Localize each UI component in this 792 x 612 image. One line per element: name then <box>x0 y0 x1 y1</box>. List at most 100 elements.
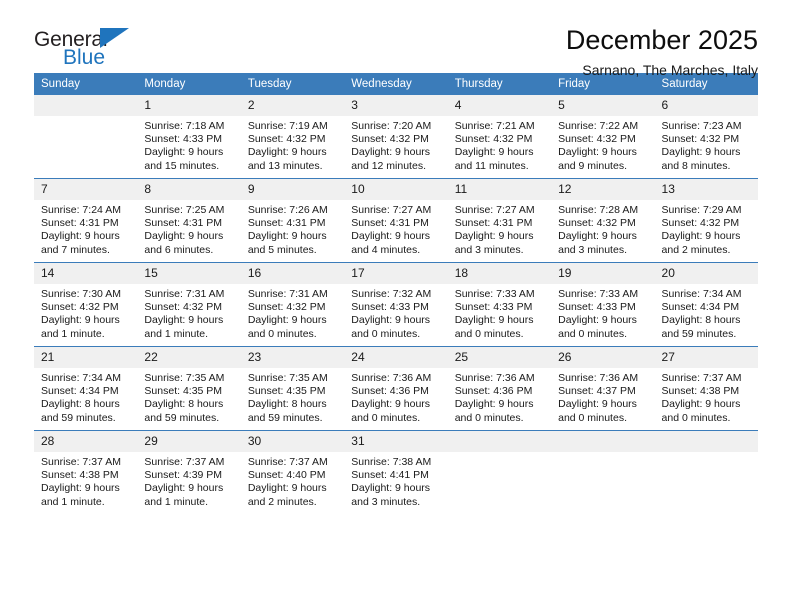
calendar-day-cell[interactable]: 24 Sunrise: 7:36 AM Sunset: 4:36 PM Dayligh… <box>344 346 448 431</box>
calendar-day-cell[interactable]: 29 Sunrise: 7:37 AM Sunset: 4:39 PM Dayligh… <box>137 430 241 514</box>
sunset-text: Sunset: 4:34 PM <box>661 301 740 314</box>
day-details: Sunrise: 7:37 AM Sunset: 4:39 PM Daylight:… <box>137 452 240 514</box>
general-blue-logo[interactable]: General Blue <box>34 26 164 74</box>
calendar-day-cell[interactable]: 17 Sunrise: 7:32 AM Sunset: 4:33 PM Dayligh… <box>344 262 448 347</box>
calendar-day-cell[interactable]: 22 Sunrise: 7:35 AM Sunset: 4:35 PM Dayligh… <box>137 346 241 431</box>
calendar-day-cell[interactable]: 9 Sunrise: 7:26 AM Sunset: 4:31 PM Daylight… <box>240 178 345 263</box>
calendar-day-cell[interactable]: 3 Sunrise: 7:20 AM Sunset: 4:32 PM Daylight… <box>344 95 448 179</box>
calendar-day-cell[interactable]: 8 Sunrise: 7:25 AM Sunset: 4:31 PM Daylight… <box>137 178 241 263</box>
day-number: 28 <box>34 431 138 452</box>
day-number <box>34 95 138 116</box>
sunset-text: Sunset: 4:32 PM <box>41 301 119 314</box>
calendar-day-cell[interactable]: 5 Sunrise: 7:22 AM Sunset: 4:32 PM Daylight… <box>551 95 655 179</box>
sunset-text: Sunset: 4:31 PM <box>351 217 429 230</box>
weekday-header-wednesday: Wednesday <box>344 73 448 95</box>
calendar-week-row: 28 Sunrise: 7:37 AM Sunset: 4:38 PM Dayligh… <box>34 430 758 514</box>
calendar-day-cell[interactable]: 7 Sunrise: 7:24 AM Sunset: 4:31 PM Daylight… <box>34 178 138 263</box>
calendar-day-cell[interactable]: 26 Sunrise: 7:36 AM Sunset: 4:37 PM Dayligh… <box>551 346 655 431</box>
sunrise-text: Sunrise: 7:22 AM <box>558 120 639 132</box>
sunset-text: Sunset: 4:31 PM <box>41 217 119 230</box>
calendar-day-cell[interactable]: 12 Sunrise: 7:28 AM Sunset: 4:32 PM Dayligh… <box>551 178 655 263</box>
day-number: 31 <box>344 431 448 452</box>
daylight-text: Daylight: 9 hours and 1 minute. <box>144 314 224 340</box>
daylight-text: Daylight: 9 hours and 9 minutes. <box>558 146 637 172</box>
daylight-text: Daylight: 9 hours and 4 minutes. <box>351 230 431 256</box>
daylight-text: Daylight: 8 hours and 59 minutes. <box>661 314 741 340</box>
sunset-text: Sunset: 4:32 PM <box>454 133 533 146</box>
day-number: 7 <box>34 179 138 200</box>
sunrise-text: Sunrise: 7:36 AM <box>351 372 432 384</box>
day-details: Sunrise: 7:20 AM Sunset: 4:32 PM Daylight:… <box>344 116 447 178</box>
calendar-day-cell[interactable]: 18 Sunrise: 7:33 AM Sunset: 4:33 PM Dayligh… <box>447 262 552 347</box>
calendar-day-cell[interactable]: 13 Sunrise: 7:29 AM Sunset: 4:32 PM Dayligh… <box>654 178 758 263</box>
sunset-text: Sunset: 4:32 PM <box>247 133 326 146</box>
calendar-day-cell[interactable]: 19 Sunrise: 7:33 AM Sunset: 4:33 PM Dayligh… <box>551 262 655 347</box>
calendar-week-row: 14 Sunrise: 7:30 AM Sunset: 4:32 PM Dayligh… <box>34 262 758 347</box>
calendar-week-row: 21 Sunrise: 7:34 AM Sunset: 4:34 PM Dayligh… <box>34 346 758 431</box>
daylight-text: Daylight: 9 hours and 3 minutes. <box>558 230 637 256</box>
calendar-day-cell[interactable]: 20 Sunrise: 7:34 AM Sunset: 4:34 PM Dayligh… <box>654 262 758 347</box>
sunset-text: Sunset: 4:32 PM <box>558 133 636 146</box>
sunrise-text: Sunrise: 7:27 AM <box>454 204 535 216</box>
daylight-text: Daylight: 9 hours and 0 minutes. <box>454 314 534 340</box>
calendar-day-cell[interactable]: 27 Sunrise: 7:37 AM Sunset: 4:38 PM Dayligh… <box>654 346 758 431</box>
calendar-day-cell[interactable]: 4 Sunrise: 7:21 AM Sunset: 4:32 PM Daylight… <box>447 95 552 179</box>
day-details: Sunrise: 7:25 AM Sunset: 4:31 PM Daylight:… <box>137 200 240 262</box>
day-details: Sunrise: 7:36 AM Sunset: 4:36 PM Daylight:… <box>448 368 551 430</box>
day-number: 25 <box>447 347 552 368</box>
calendar-day-cell[interactable]: 15 Sunrise: 7:31 AM Sunset: 4:32 PM Dayligh… <box>137 262 241 347</box>
sunrise-text: Sunrise: 7:38 AM <box>351 456 432 468</box>
day-number: 4 <box>447 95 552 116</box>
sunrise-text: Sunrise: 7:34 AM <box>41 372 121 384</box>
day-details: Sunrise: 7:32 AM Sunset: 4:33 PM Daylight:… <box>344 284 447 346</box>
sunrise-text: Sunrise: 7:27 AM <box>351 204 432 216</box>
calendar-day-cell[interactable]: 31 Sunrise: 7:38 AM Sunset: 4:41 PM Dayligh… <box>344 430 448 514</box>
day-details: Sunrise: 7:19 AM Sunset: 4:32 PM Daylight:… <box>241 116 344 178</box>
sunrise-text: Sunrise: 7:36 AM <box>558 372 639 384</box>
day-details: Sunrise: 7:36 AM Sunset: 4:37 PM Daylight:… <box>551 368 654 430</box>
page-header: General Blue December 2025 Sarnano, The … <box>34 0 758 79</box>
sunset-text: Sunset: 4:32 PM <box>144 301 223 314</box>
calendar-day-cell[interactable]: 14 Sunrise: 7:30 AM Sunset: 4:32 PM Dayligh… <box>34 262 138 347</box>
weekday-header-thursday: Thursday <box>447 73 552 95</box>
day-number: 30 <box>240 431 345 452</box>
day-number: 16 <box>240 263 345 284</box>
calendar-day-cell-empty <box>34 95 138 179</box>
sunrise-text: Sunrise: 7:26 AM <box>247 204 328 216</box>
calendar-day-cell[interactable]: 11 Sunrise: 7:27 AM Sunset: 4:31 PM Dayligh… <box>447 178 552 263</box>
daylight-text: Daylight: 9 hours and 1 minute. <box>41 314 120 340</box>
daylight-text: Daylight: 9 hours and 11 minutes. <box>454 146 534 172</box>
sunrise-text: Sunrise: 7:37 AM <box>661 372 742 384</box>
calendar-day-cell[interactable]: 16 Sunrise: 7:31 AM Sunset: 4:32 PM Dayligh… <box>240 262 345 347</box>
daylight-text: Daylight: 9 hours and 3 minutes. <box>454 230 534 256</box>
calendar-day-cell[interactable]: 6 Sunrise: 7:23 AM Sunset: 4:32 PM Daylight… <box>654 95 758 179</box>
day-number: 23 <box>240 347 345 368</box>
day-number: 12 <box>551 179 655 200</box>
calendar-day-cell[interactable]: 10 Sunrise: 7:27 AM Sunset: 4:31 PM Dayligh… <box>344 178 448 263</box>
day-number: 26 <box>551 347 655 368</box>
calendar-grid: Sunday Monday Tuesday Wednesday Thursday Frid… <box>34 73 758 514</box>
calendar-day-cell[interactable]: 23 Sunrise: 7:35 AM Sunset: 4:35 PM Dayligh… <box>240 346 345 431</box>
calendar-day-cell[interactable]: 1 Sunrise: 7:18 AM Sunset: 4:33 PM Daylight… <box>137 95 241 179</box>
calendar-day-cell[interactable]: 25 Sunrise: 7:36 AM Sunset: 4:36 PM Dayligh… <box>447 346 552 431</box>
sunset-text: Sunset: 4:34 PM <box>41 385 119 398</box>
sunrise-text: Sunrise: 7:29 AM <box>661 204 742 216</box>
calendar-day-cell[interactable]: 2 Sunrise: 7:19 AM Sunset: 4:32 PM Daylight… <box>240 95 345 179</box>
day-number: 29 <box>137 431 241 452</box>
logo-triangle-icon <box>100 28 129 48</box>
sunset-text: Sunset: 4:32 PM <box>661 133 740 146</box>
calendar-day-cell-empty <box>654 430 758 514</box>
calendar-day-cell[interactable]: 28 Sunrise: 7:37 AM Sunset: 4:38 PM Dayligh… <box>34 430 138 514</box>
calendar-day-cell[interactable]: 30 Sunrise: 7:37 AM Sunset: 4:40 PM Dayligh… <box>240 430 345 514</box>
calendar-day-cell[interactable]: 21 Sunrise: 7:34 AM Sunset: 4:34 PM Dayligh… <box>34 346 138 431</box>
day-number: 9 <box>240 179 345 200</box>
daylight-text: Daylight: 9 hours and 8 minutes. <box>661 146 741 172</box>
daylight-text: Daylight: 9 hours and 3 minutes. <box>351 482 431 508</box>
calendar-day-cell-empty <box>447 430 552 514</box>
day-number: 3 <box>344 95 448 116</box>
sunrise-text: Sunrise: 7:33 AM <box>558 288 639 300</box>
sunset-text: Sunset: 4:37 PM <box>558 385 636 398</box>
sunrise-text: Sunrise: 7:24 AM <box>41 204 121 216</box>
page-title: December 2025 <box>565 25 758 55</box>
page-subtitle: Sarnano, The Marches, Italy <box>582 62 758 79</box>
